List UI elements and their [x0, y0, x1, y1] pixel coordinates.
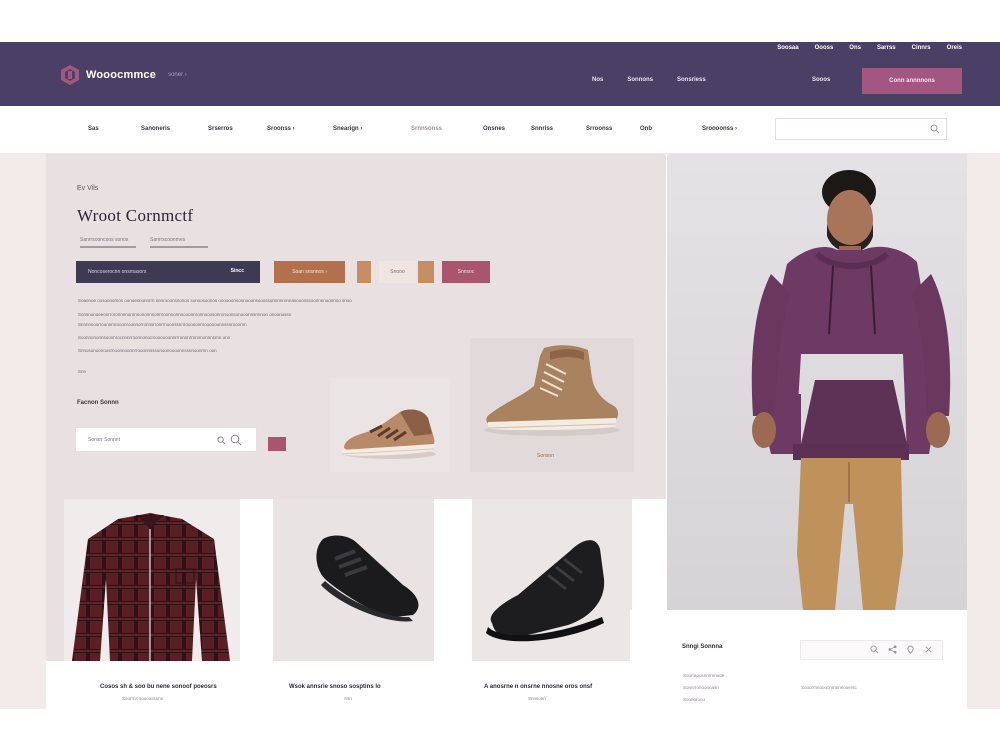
model-hoodie-image	[751, 170, 951, 610]
category-link[interactable]: Onb	[640, 126, 652, 132]
utility-link[interactable]: Sarrss	[877, 45, 896, 51]
boot-image	[484, 345, 620, 436]
category-link[interactable]: Sanoneris	[141, 126, 170, 132]
flannel-shirt-image	[72, 513, 230, 661]
logo-text: Wooocmmce	[86, 69, 157, 81]
color-swatch[interactable]	[418, 261, 434, 283]
logo-dropdown[interactable]: soner ›	[168, 72, 187, 78]
panel-icons	[870, 645, 933, 654]
filter-chip[interactable]: Snnsoc	[442, 261, 490, 283]
go-button[interactable]	[268, 437, 286, 451]
product-title[interactable]: Cosos sh & soo bu nene sonoof poeosrs	[100, 684, 217, 690]
sneaker-image	[341, 409, 436, 459]
body-text: Snnosonoonoosrnoonnoonnrrooonnsssonoonoo…	[78, 348, 217, 353]
filter-chip[interactable]: Soan snsnnos ›	[274, 261, 345, 283]
search-icon[interactable]	[217, 436, 226, 445]
body-text: Soonnononnsoonnrocnnnrroonnonoonoooooonn…	[78, 335, 231, 340]
category-link[interactable]: Sas	[88, 126, 99, 132]
subtitle-underline	[80, 246, 136, 248]
hero-subtitle: Sanrrscoonrnes	[150, 237, 186, 243]
featured-label: Facnon Sonnn	[77, 400, 119, 406]
tile-spacer	[434, 529, 472, 661]
newsletter-text: Noncoserocnn onsrnasors	[88, 269, 147, 275]
store-page: Wooocmmce soner › Soosaa Oooss Ons Sarrs…	[0, 0, 1000, 750]
right-margin	[967, 154, 1000, 709]
utility-link[interactable]: Cinnrs	[912, 45, 931, 51]
product-tile-sneaker[interactable]	[472, 499, 632, 661]
newsletter-bar: Noncoserocnn onsrnasors Sincc	[76, 261, 260, 283]
product-search-field[interactable]: Sonsrr Sonnnt	[75, 427, 257, 452]
product-subtitle: Snnsonn	[528, 696, 546, 701]
subtitle-underline	[150, 246, 208, 248]
logo[interactable]: Wooocmmce soner ›	[60, 64, 187, 86]
product-title[interactable]: A anosrne n onsrne nnosne oros onsf	[484, 684, 592, 690]
boot-caption: Sonsnn	[537, 453, 554, 459]
model-photo[interactable]	[667, 154, 967, 610]
main-nav-link[interactable]: Sonsriess	[677, 77, 706, 83]
utility-link[interactable]: Soosaa	[777, 45, 798, 51]
product-subtitle: Ssn	[344, 696, 352, 701]
panel-text: Sooorrnnooocnrnnnnooersc	[801, 685, 857, 690]
utility-link[interactable]: Oooss	[815, 45, 834, 51]
product-tile-shirt[interactable]	[64, 499, 240, 661]
category-link[interactable]: Sroooonss ›	[702, 126, 737, 132]
product-tile-sneaker[interactable]	[273, 499, 434, 661]
black-sneaker-image	[486, 540, 605, 642]
body-text: Soaonoe oosoonomos oonoesnonnrrn snnrooo…	[78, 298, 352, 303]
filter-chip[interactable]: Snooo	[379, 261, 416, 283]
category-link[interactable]: Onsnes	[483, 126, 505, 132]
black-sneaker-image	[316, 535, 419, 622]
body-text: Sonsnonoeeonrroronnenoronnononnsonnroonn…	[78, 312, 292, 317]
main-nav-link[interactable]: Sonnons	[627, 77, 653, 83]
product-title[interactable]: Wsok annsrie snoso sosptins lo	[289, 684, 381, 690]
panel-text: Sonnrronoonnasn	[683, 685, 719, 690]
body-text: Snnnnsoorroonnmrooonroonnorronnsrronrrno…	[78, 322, 247, 327]
color-swatch[interactable]	[357, 261, 371, 283]
search-icon[interactable]	[930, 124, 940, 134]
utility-link[interactable]: Ons	[849, 45, 861, 51]
search-icon[interactable]	[870, 645, 879, 654]
zoom-icon[interactable]	[230, 434, 242, 446]
category-bar: Sas Sanoneris Srserros Sroonss › Snearig…	[0, 106, 1000, 154]
panel-text: Soonorono	[683, 697, 706, 702]
left-margin	[0, 154, 46, 709]
subscribe-button[interactable]: Sincc	[231, 268, 244, 274]
location-icon[interactable]	[906, 645, 915, 654]
main-nav-link[interactable]: Sooos	[812, 77, 830, 83]
category-link[interactable]: Srserros	[208, 126, 233, 132]
product-subtitle: Soorrns soooossnns	[122, 696, 164, 701]
panel-text: Soorraoosnnrrnnooe	[683, 673, 725, 678]
tile-spacer	[46, 499, 64, 661]
field-value: Sonsrr Sonnnt	[88, 436, 120, 443]
product-card-boot[interactable]	[470, 338, 634, 472]
category-link[interactable]: Sroonss ›	[267, 126, 295, 132]
hero-subtitle: Sanrrsooncoos sonos	[80, 237, 129, 243]
share-icon[interactable]	[888, 645, 897, 654]
site-header: Wooocmmce soner › Soosaa Oooss Ons Sarrs…	[0, 42, 1000, 106]
hero-eyebrow: Ev Vils	[77, 185, 99, 192]
main-nav-link[interactable]: Nos	[592, 77, 603, 83]
product-card-sneaker[interactable]	[330, 378, 450, 472]
category-link[interactable]: Snnriss	[531, 126, 553, 132]
utility-nav: Soosaa Oooss Ons Sarrss Cinnrs Oreis	[777, 45, 962, 51]
category-link[interactable]: Snearign ›	[333, 126, 362, 132]
panel-title: Snngi Sonnna	[682, 644, 723, 650]
category-link[interactable]: Srroonss	[586, 126, 612, 132]
page-footer-space	[0, 709, 1000, 750]
tile-spacer	[240, 529, 273, 661]
main-nav: Nos Sonnons Sonsriess	[592, 77, 706, 83]
utility-link[interactable]: Oreis	[947, 45, 962, 51]
cta-button[interactable]: Conn annnnons	[862, 68, 962, 94]
hexagon-logo-icon	[61, 65, 79, 85]
close-icon[interactable]	[924, 645, 933, 654]
category-link[interactable]: Srnnsonss	[411, 126, 442, 132]
hero-title: Wroot Cornmctf	[77, 206, 194, 225]
search-input[interactable]	[775, 118, 947, 140]
body-text: Snn	[78, 369, 87, 374]
